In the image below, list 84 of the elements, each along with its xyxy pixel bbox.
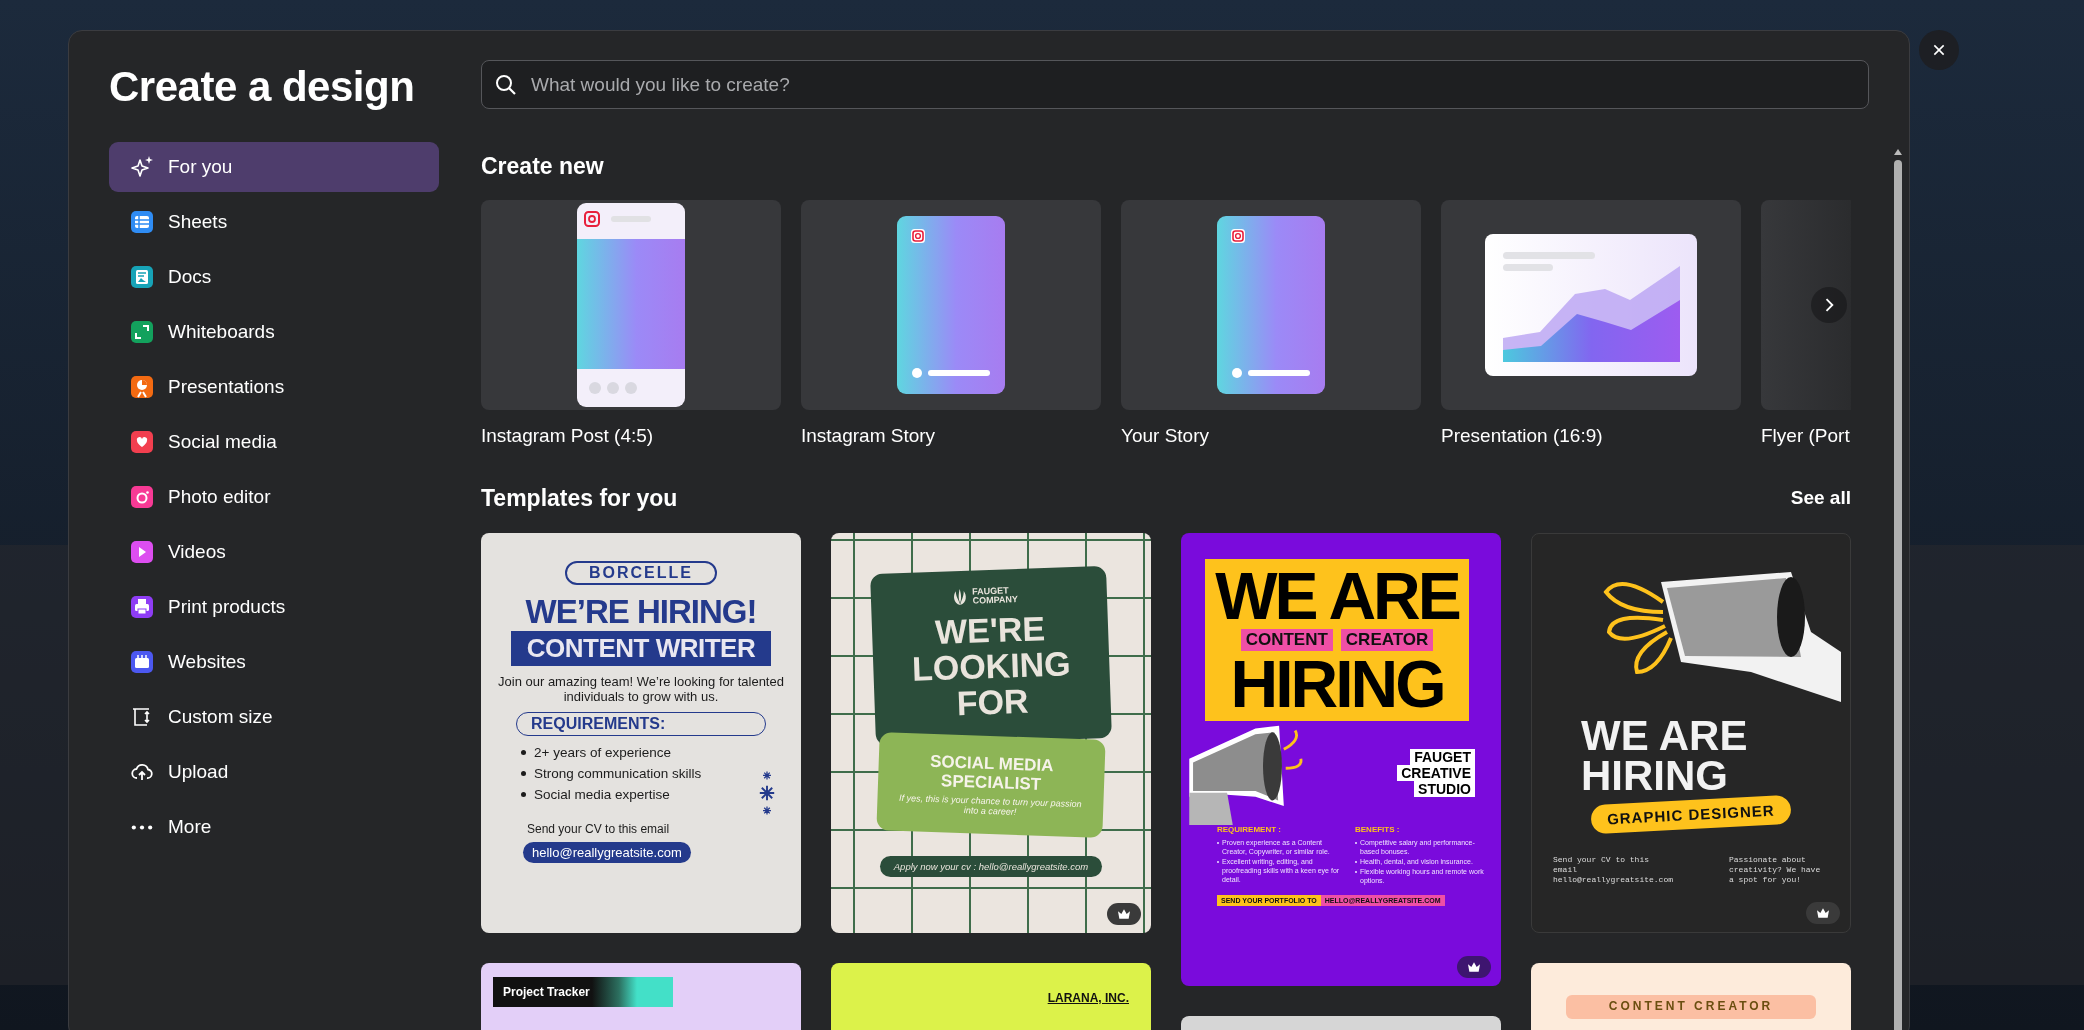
bullet-icon [521, 771, 526, 776]
sidebar-item[interactable]: For you [109, 142, 439, 192]
section-heading: Create new [481, 152, 605, 180]
role-pill: GRAPHIC DESIGNER [1590, 794, 1792, 835]
printer-icon [130, 595, 154, 619]
poster-headline: WE ARE HIRING [1581, 716, 1749, 796]
requirement-item: 2+ years of experience [534, 744, 671, 761]
company-name: LARANA, INC. [1047, 991, 1129, 1007]
more-icon [130, 823, 154, 831]
design-type-card[interactable] [481, 200, 781, 410]
list-heading: REQUIREMENT : [1217, 825, 1282, 834]
poster-text: Passionate about creativity? We have a spot for you! [1729, 855, 1822, 885]
dialog-title: Create a design [109, 62, 416, 112]
search-field[interactable]: What would you like to create? [481, 60, 1869, 109]
design-type-label: Instagram Story [801, 424, 937, 448]
search-icon [494, 73, 518, 97]
sidebar-item[interactable]: Upload [109, 747, 439, 797]
studio-label: FAUGET [1410, 749, 1475, 765]
poster-text: Join our amazing team! We’re looking for talented individuals to grow with us. [497, 674, 785, 704]
bullet-icon [521, 792, 526, 797]
brand-label: BORCELLE [565, 561, 717, 585]
sidebar-item[interactable]: Photo editor [109, 472, 439, 522]
design-type-label: Instagram Post (4:5) [481, 424, 655, 448]
tag-label: CONTENT [1240, 629, 1333, 651]
scroll-up-icon [1893, 148, 1903, 156]
sparkles-icon [130, 155, 154, 179]
brand-label: FAUGET COMPANY [972, 585, 1020, 606]
sidebar-item[interactable]: Docs [109, 252, 439, 302]
sidebar-item[interactable]: Social media [109, 417, 439, 467]
requirement-item: Strong communication skills [534, 765, 702, 782]
expand-icon [130, 320, 154, 344]
design-type-label: Presentation (16:9) [1441, 424, 1604, 448]
document-icon [130, 265, 154, 289]
sidebar-item[interactable]: Presentations [109, 362, 439, 412]
template-card[interactable]: WE ARE HIRING GRAPHIC DESIGNER Send your CV to this email hello@reallygreatsite.com Passionate about creativity? We have a spot for you! [1531, 533, 1851, 933]
template-card[interactable]: Project Tracker [481, 963, 801, 1030]
close-icon [1931, 42, 1947, 58]
camera-icon [130, 485, 154, 509]
poster-text: Send your CV to this email hello@reallygreatsite.com [1553, 855, 1675, 885]
template-card[interactable]: FAUGET COMPANY WE'RE LOOKING FOR SOCIAL MEDIA SPECIALIST If yes, this is your chance to turn your passion into a career! Apply now your cv : hello@reallygreatsite.com [831, 533, 1151, 933]
section-heading: Templates for you [481, 484, 678, 512]
template-card[interactable]: CONTENT CREATOR [1531, 963, 1851, 1030]
sidebar-item[interactable]: Websites [109, 637, 439, 687]
sidebar-item[interactable]: Print products [109, 582, 439, 632]
scrollbar[interactable] [1892, 148, 1904, 1030]
sidebar-item[interactable]: Videos [109, 527, 439, 577]
role-title: SOCIAL MEDIA SPECIALIST [928, 751, 1055, 795]
browser-icon [130, 650, 154, 674]
studio-label: CREATIVE [1397, 765, 1475, 781]
flower-drawing [759, 768, 775, 818]
video-icon [130, 540, 154, 564]
design-type-card[interactable] [1441, 200, 1741, 410]
close-button[interactable] [1919, 30, 1959, 70]
grid-icon [130, 210, 154, 234]
studio-label: STUDIO [1414, 781, 1475, 797]
design-type-label: Your Story [1121, 424, 1210, 448]
requirement-item: Social media expertise [534, 786, 670, 803]
role-pill: CONTENT CREATOR [1566, 995, 1816, 1019]
template-card[interactable] [481, 533, 801, 933]
poster-headline: WE'RE LOOKING FOR [910, 609, 1073, 723]
tracker-title: Project Tracker [493, 977, 673, 1007]
poster-headline: WE ARE [1215, 563, 1459, 629]
template-card[interactable]: LARANA, INC. [831, 963, 1151, 1030]
design-type-label: Flyer (Port [1761, 424, 1851, 448]
sidebar-item[interactable]: Whiteboards [109, 307, 439, 357]
see-all-link[interactable]: See all [1790, 487, 1851, 509]
template-card[interactable] [1181, 533, 1501, 986]
sidebar-item[interactable]: More [109, 802, 439, 852]
design-type-card[interactable] [1121, 200, 1421, 410]
sidebar-item[interactable]: Custom size [109, 692, 439, 742]
design-type-card[interactable] [801, 200, 1101, 410]
bullet-icon [521, 750, 526, 755]
next-button[interactable] [1811, 287, 1847, 323]
list-heading: BENEFITS : [1355, 825, 1401, 834]
poster-text: If yes, this is your chance to turn your passion into a career! [898, 792, 1083, 819]
apply-pill: Apply now your cv : hello@reallygreatsite.com [879, 856, 1103, 877]
tag-label: CREATOR [1340, 629, 1434, 651]
role-banner: CONTENT WRITER [511, 631, 771, 666]
poster-headline: HIRING [1230, 651, 1444, 717]
easel-icon [130, 375, 154, 399]
sidebar-item[interactable]: Sheets [109, 197, 439, 247]
email-pill: hello@reallygreatsite.com [523, 842, 691, 863]
poster-text: Send your CV to this email [527, 822, 670, 836]
poster-headline: WE’RE HIRING! [525, 593, 757, 631]
